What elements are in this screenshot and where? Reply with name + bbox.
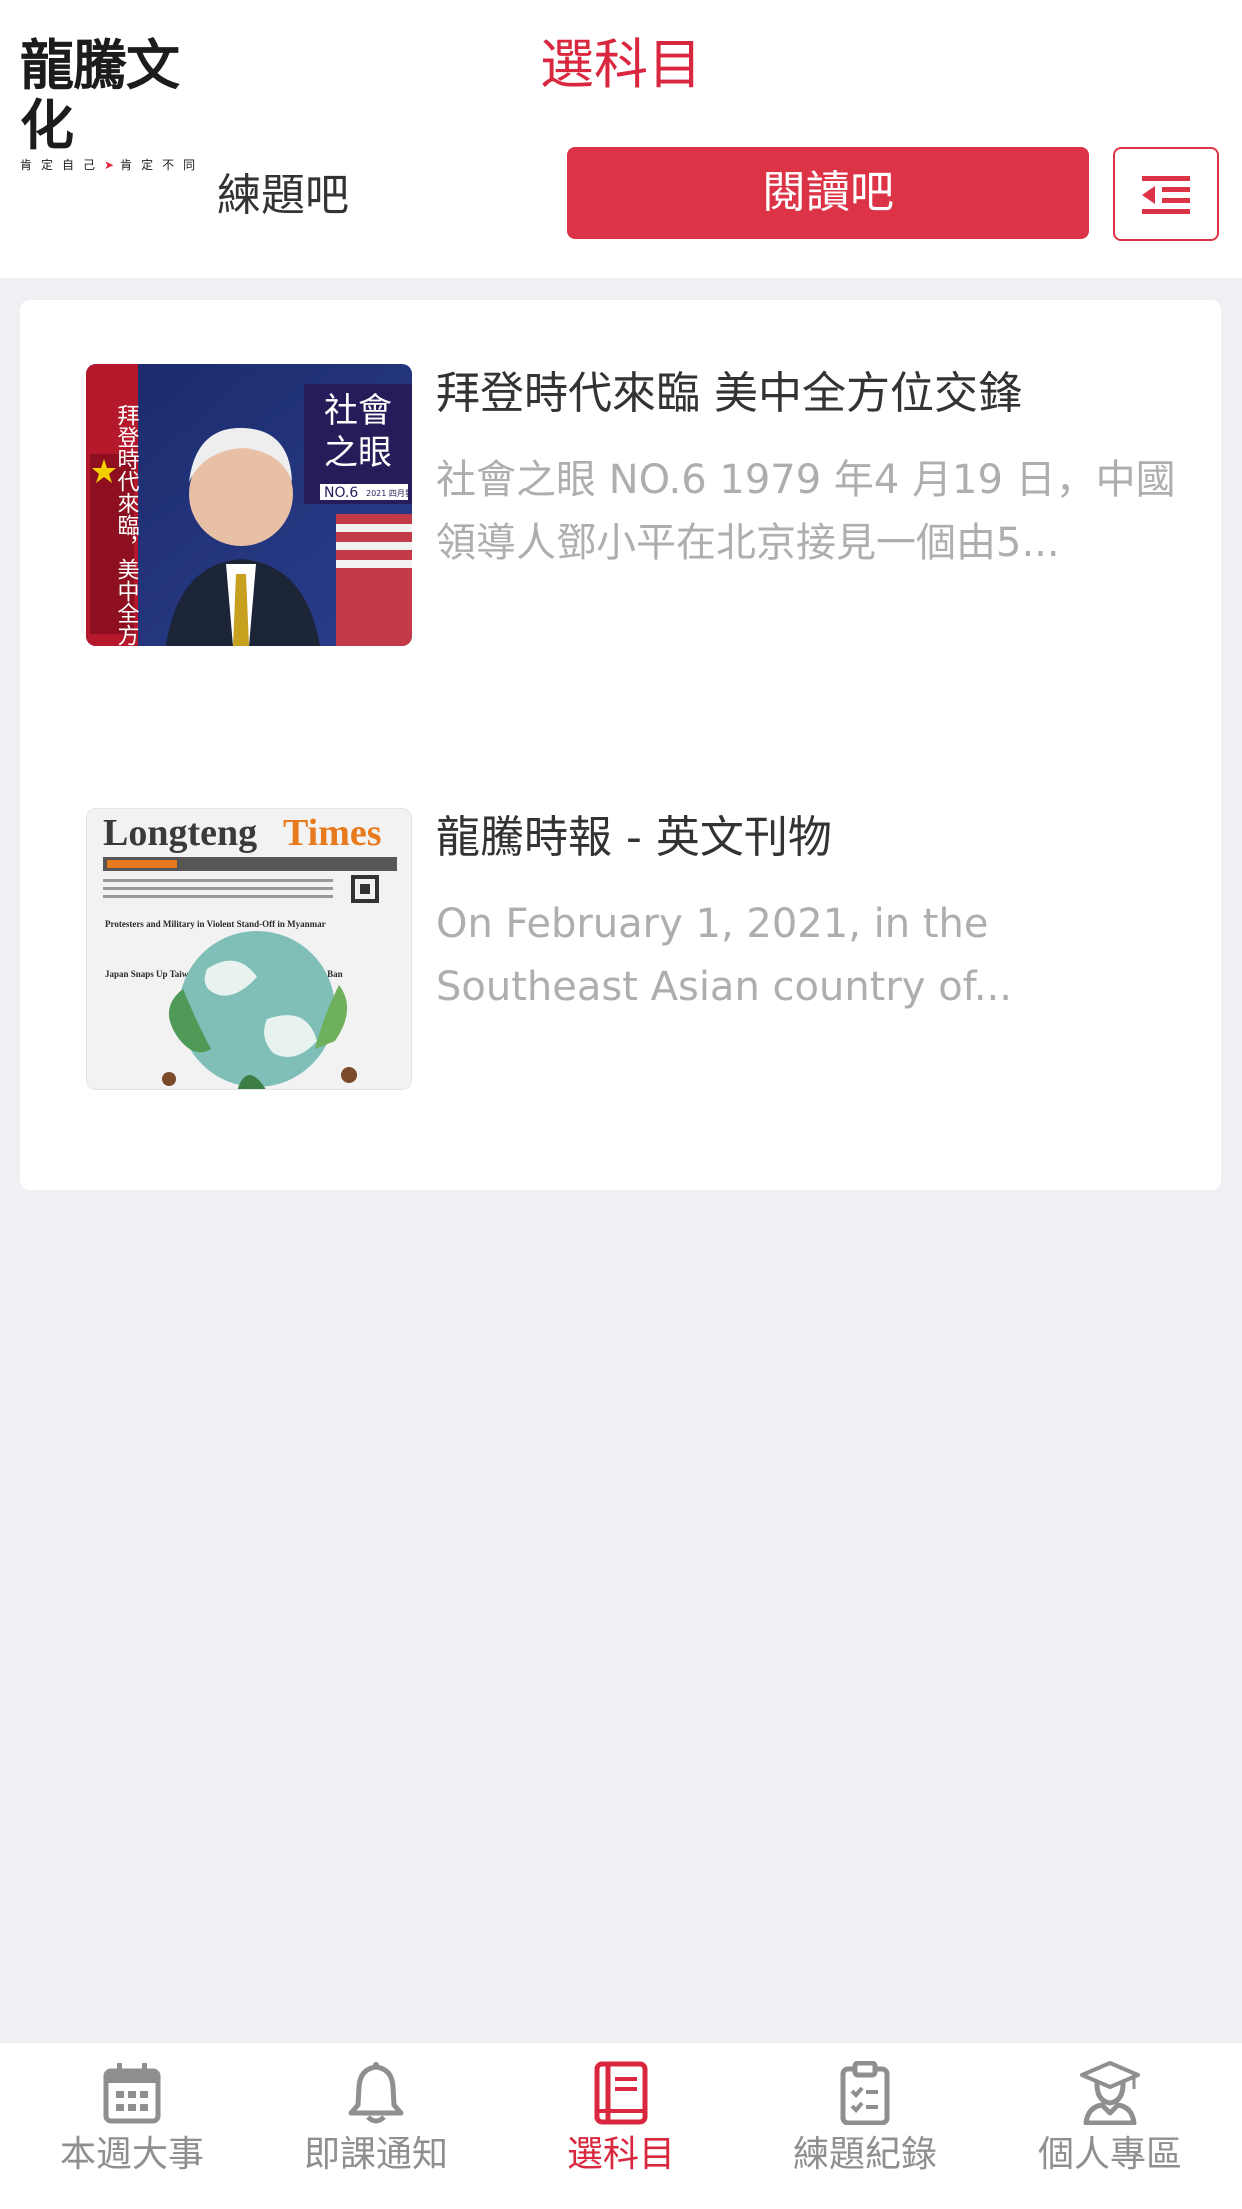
header: 龍騰文化 肯定自己➤肯定不同 選科目 練題吧 閱讀吧 xyxy=(0,0,1242,278)
article-description: 社會之眼 NO.6 1979 年4 月19 日，中國領導人鄧小平在北京接見一個由… xyxy=(436,457,1176,566)
logo-arrow-icon: ➤ xyxy=(104,158,121,172)
article-cover-image: 社會 之眼 NO.6 2021 四月發行 拜登時代來臨，美中全方位交鋒 xyxy=(86,364,412,646)
cover-vertical-title: 拜登時代來臨，美中全方位交鋒 xyxy=(114,404,140,646)
tabbar-label: 個人專區 xyxy=(1037,2134,1182,2175)
bottom-tab-bar: 本週大事 即課通知 選科目 練題紀錄 個人專區 xyxy=(0,2042,1242,2209)
cover-brand-line1: 社會 xyxy=(324,391,392,431)
cover-issue: NO.6 xyxy=(324,485,358,501)
book-icon xyxy=(594,2061,648,2125)
clipboard-check-icon xyxy=(840,2061,890,2125)
article-description: On February 1, 2021, in the Southeast As… xyxy=(436,901,1012,1010)
tabbar-item-practice-record[interactable]: 練題紀錄 xyxy=(741,2061,989,2201)
tabbar-label: 選科目 xyxy=(566,2134,675,2175)
cover-brand-right: Times xyxy=(283,812,382,854)
cover-illustration: 社會 之眼 NO.6 2021 四月發行 拜登時代來臨，美中全方位交鋒 xyxy=(86,364,412,646)
calendar-icon xyxy=(103,2063,161,2124)
cover-brand-left: Longteng xyxy=(103,812,257,854)
cover-headline-1: Protesters and Military in Violent Stand… xyxy=(105,919,326,929)
bell-icon xyxy=(348,2062,404,2124)
article-list-card: 社會 之眼 NO.6 2021 四月發行 拜登時代來臨，美中全方位交鋒 拜登時代… xyxy=(20,300,1221,1190)
menu-indent-icon xyxy=(1142,176,1190,214)
article-item[interactable]: Longteng Times Protesters and Military i… xyxy=(86,808,1186,1098)
tabbar-item-class-notice[interactable]: 即課通知 xyxy=(252,2061,500,2201)
tab-practice[interactable]: 練題吧 xyxy=(142,160,424,232)
tabbar-label: 即課通知 xyxy=(303,2134,448,2175)
article-title[interactable]: 龍騰時報 - 英文刊物 xyxy=(436,808,1176,868)
cover-date: 2021 四月發行 xyxy=(366,488,412,498)
tabbar-label: 本週大事 xyxy=(59,2134,204,2175)
article-item[interactable]: 社會 之眼 NO.6 2021 四月發行 拜登時代來臨，美中全方位交鋒 拜登時代… xyxy=(86,364,1186,654)
menu-toggle-button[interactable] xyxy=(1113,147,1219,241)
tabbar-item-choose-subject[interactable]: 選科目 xyxy=(497,2061,745,2201)
tabbar-label: 練題紀錄 xyxy=(792,2134,937,2175)
cover-brand-line2: 之眼 xyxy=(324,433,392,473)
tabbar-item-personal[interactable]: 個人專區 xyxy=(986,2061,1234,2201)
graduate-icon xyxy=(1080,2061,1140,2125)
article-cover-image: Longteng Times Protesters and Military i… xyxy=(86,808,412,1090)
tabbar-item-weekly-events[interactable]: 本週大事 xyxy=(8,2061,256,2201)
article-title[interactable]: 拜登時代來臨 美中全方位交鋒 xyxy=(436,364,1176,424)
page-title: 選科目 xyxy=(540,33,702,96)
tab-reading[interactable]: 閱讀吧 xyxy=(567,147,1089,239)
cover-illustration: Longteng Times Protesters and Military i… xyxy=(103,812,397,1089)
